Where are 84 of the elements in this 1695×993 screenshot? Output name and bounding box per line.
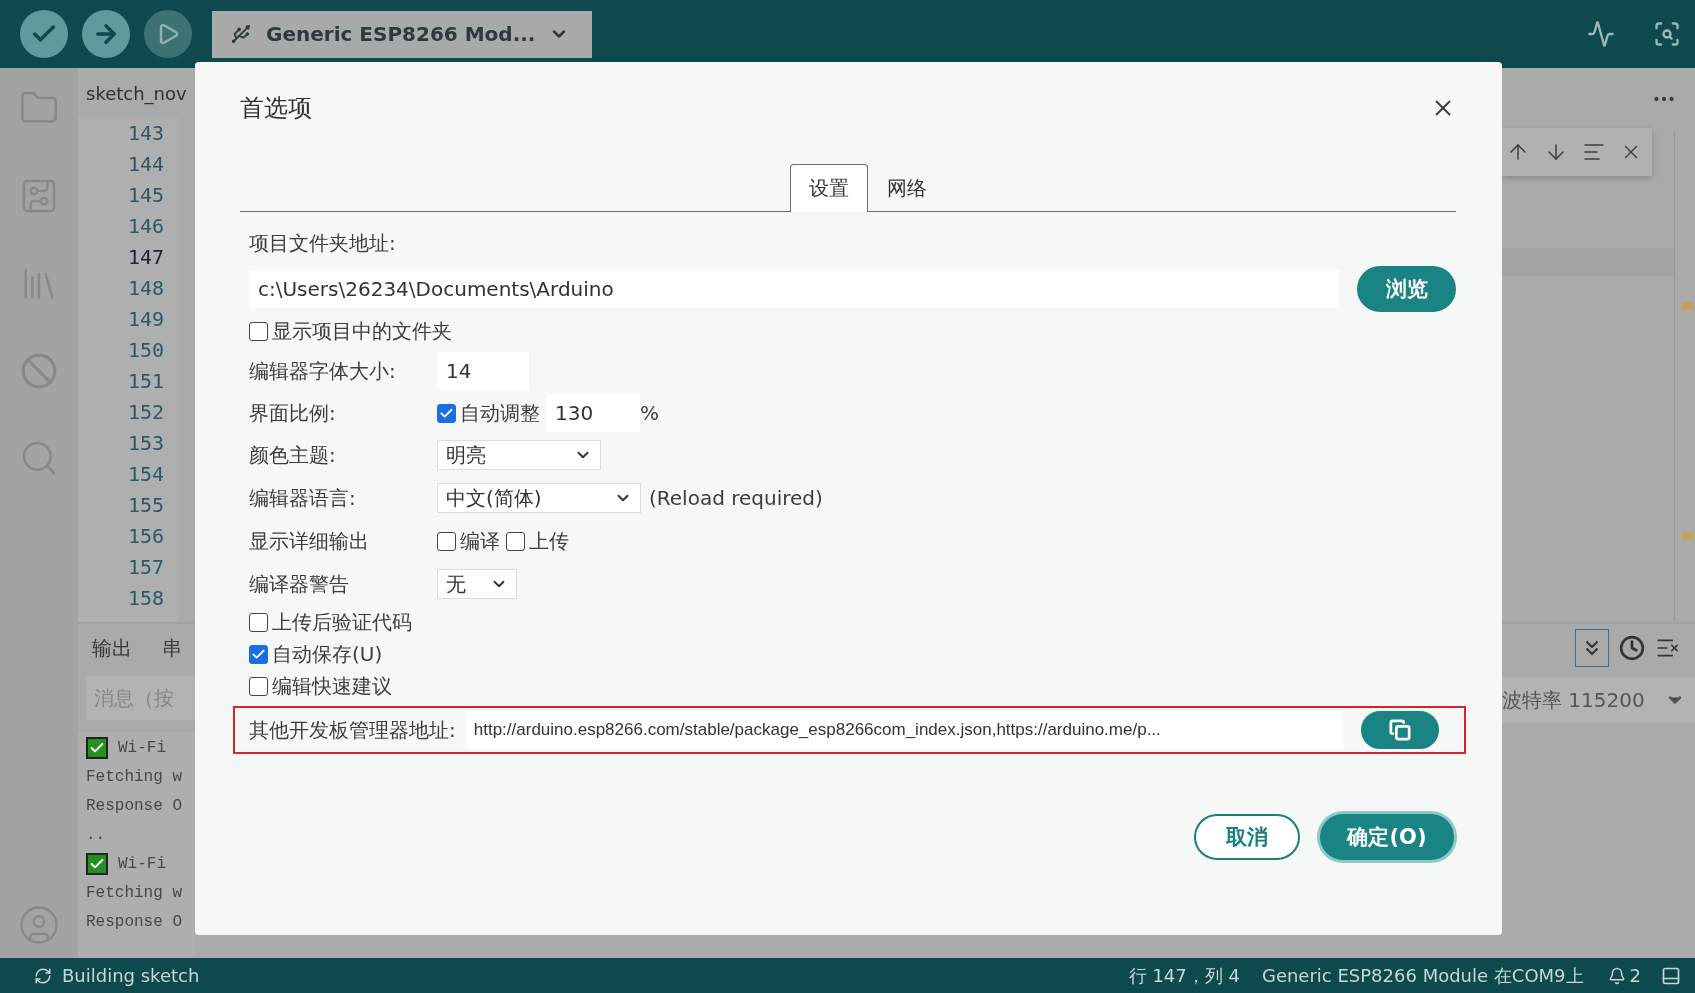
cursor-position: 行 147，列 4 <box>1128 963 1240 988</box>
line-number: 144 <box>126 151 165 178</box>
line-number: 149 <box>126 306 165 333</box>
board-urls-field[interactable]: http://arduino.esp8266.com/stable/package_esp8266com_index.json,https://arduino.me/p... <box>465 711 1343 749</box>
checkbox[interactable] <box>437 403 456 423</box>
field-label: 项目文件夹地址: <box>249 229 396 257</box>
line-number: 145 <box>126 182 165 209</box>
checkbox-label[interactable]: 上传后验证代码 <box>249 608 412 636</box>
ruler-mark <box>1682 302 1694 310</box>
line-number: 143 <box>126 120 165 147</box>
plotter-icon[interactable] <box>1587 20 1615 48</box>
output-line: Fetching w <box>86 882 183 904</box>
cancel-button[interactable]: 取消 <box>1194 814 1300 860</box>
note-text: (Reload required) <box>649 486 823 510</box>
upload-button[interactable] <box>82 10 130 58</box>
field-label: 显示详细输出 <box>249 527 369 555</box>
sketchbook-path-field[interactable]: c:\Users\26234\Documents\Arduino <box>249 270 1339 308</box>
line-number: 155 <box>126 492 165 519</box>
line-number: 146 <box>126 213 165 240</box>
status-text: Building sketch <box>62 965 200 986</box>
line-number: 152 <box>126 399 165 426</box>
output-line: Wi-Fi <box>86 734 195 761</box>
dialog-title: 首选项 <box>240 93 312 124</box>
ruler-mark <box>1682 532 1694 540</box>
line-number: 158 <box>126 585 165 612</box>
output-line: Response O <box>86 795 183 817</box>
output-line: Fetching w <box>86 766 183 788</box>
edit-urls-button[interactable] <box>1361 711 1439 749</box>
usb-icon <box>230 23 252 45</box>
field-label: 颜色主题: <box>249 441 336 469</box>
ok-button[interactable]: 确定(O) <box>1320 814 1454 860</box>
check-icon <box>86 852 108 875</box>
autoscroll-toggle[interactable] <box>1575 629 1609 667</box>
panel-tab[interactable]: 输出 <box>92 634 132 662</box>
scale-field[interactable]: 130 <box>546 394 640 432</box>
warnings-select[interactable]: 无 <box>437 569 517 599</box>
notification-count: 2 <box>1629 965 1641 986</box>
checkbox[interactable] <box>249 321 268 341</box>
checkbox[interactable] <box>249 676 268 696</box>
field-label: 编辑器字体大小: <box>249 357 396 385</box>
clock-icon[interactable] <box>1619 635 1645 661</box>
dialog-tab[interactable]: 网络 <box>868 164 946 212</box>
board-status: Generic ESP8266 Module 在COM9上 <box>1261 963 1584 988</box>
line-number: 148 <box>126 275 165 302</box>
line-number: 154 <box>126 461 165 488</box>
file-tab[interactable]: sketch_nov <box>86 82 187 104</box>
dialog-tab[interactable]: 设置 <box>790 164 868 212</box>
checkbox[interactable] <box>437 531 456 551</box>
checkbox-label[interactable]: 自动保存(U) <box>249 640 383 668</box>
field-label: 编辑器语言: <box>249 484 356 512</box>
checkbox[interactable] <box>249 612 268 632</box>
board-selector[interactable]: Generic ESP8266 Mod... <box>212 10 592 58</box>
line-number: 156 <box>126 523 165 550</box>
field-label: 界面比例: <box>249 399 336 427</box>
refresh-icon <box>34 966 52 985</box>
language-select[interactable]: 中文(简体) <box>437 483 641 513</box>
unit-label: % <box>640 401 659 425</box>
bell-icon[interactable] <box>1607 966 1626 985</box>
browse-button[interactable]: 浏览 <box>1357 266 1456 312</box>
output-line: Wi-Fi <box>86 850 195 877</box>
panel-tab[interactable]: 串 <box>162 634 182 662</box>
checkbox-label[interactable]: 显示项目中的文件夹 <box>249 317 452 345</box>
output-line: .. <box>86 824 107 846</box>
overlapping-squares-icon <box>1389 719 1411 741</box>
checkbox[interactable] <box>249 644 268 664</box>
verify-button[interactable] <box>20 10 68 58</box>
line-number: 150 <box>126 337 165 364</box>
checkbox-label[interactable]: 编辑快速建议 <box>249 672 392 700</box>
field-label: 其他开发板管理器地址: <box>249 716 456 744</box>
font-size-field[interactable]: 14 <box>437 352 529 390</box>
output-line: Response O <box>86 911 183 933</box>
theme-select[interactable]: 明亮 <box>437 440 601 470</box>
checkbox[interactable] <box>506 531 525 551</box>
panel-icon[interactable] <box>1661 965 1681 986</box>
check-icon <box>86 736 108 759</box>
line-number: 151 <box>126 368 165 395</box>
checkbox-label[interactable]: 编译 <box>437 527 500 555</box>
line-number: 153 <box>126 430 165 457</box>
line-number: 147 <box>126 244 165 271</box>
baud-select[interactable]: 波特率 115200 <box>1502 678 1695 722</box>
field-label: 编译器警告 <box>249 570 349 598</box>
checkbox-label[interactable]: 上传 <box>506 527 569 555</box>
checkbox-label[interactable]: 自动调整 <box>437 399 540 427</box>
line-number: 157 <box>126 554 165 581</box>
